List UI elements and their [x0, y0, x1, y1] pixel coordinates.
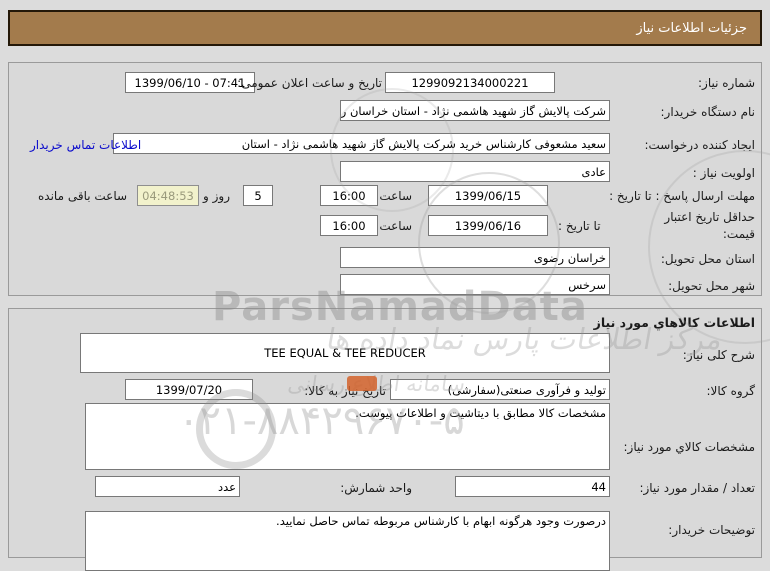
need-number-field[interactable]: 1299092134000221: [385, 72, 555, 93]
days-and-label: روز و: [203, 189, 230, 203]
goods-section-title: اطلاعات کالاهاي مورد نیاز: [594, 315, 755, 330]
goods-group-label: گروه کالا:: [707, 384, 756, 398]
details-banner: جزئیات اطلاعات نیاز: [8, 10, 762, 46]
delivery-city-field[interactable]: سرخس: [340, 274, 610, 295]
buyer-notes-field[interactable]: درصورت وجود هرگونه ابهام با کارشناس مربو…: [85, 511, 610, 571]
buyer-org-label: نام دستگاه خریدار:: [661, 105, 756, 119]
validity-label-line2: قیمت:: [723, 227, 755, 241]
creator-label: ایجاد کننده درخواست:: [644, 138, 755, 152]
specs-label: مشخصات کالاي مورد نیاز:: [623, 440, 755, 454]
need-date-label: تاریخ نیاز به کالا:: [304, 384, 386, 398]
quantity-field[interactable]: 44: [455, 476, 610, 497]
delivery-city-label: شهر محل تحویل:: [668, 279, 755, 293]
validity-label-line1: حداقل تاریخ اعتبار: [664, 210, 755, 224]
delivery-province-label: استان محل تحویل:: [661, 252, 755, 266]
general-desc-label: شرح کلی نیاز:: [683, 348, 755, 362]
announce-datetime-field[interactable]: 1399/06/10 - 07:41: [125, 72, 255, 93]
unit-label: واحد شمارش:: [340, 481, 412, 495]
validity-time-field[interactable]: 16:00: [320, 215, 378, 236]
announce-datetime-label: تاریخ و ساعت اعلان عمومی:: [237, 76, 382, 90]
remaining-days-field[interactable]: 5: [243, 185, 273, 206]
buyer-notes-label: توضیحات خریدار:: [668, 523, 755, 537]
priority-field[interactable]: عادی: [340, 161, 610, 182]
deadline-label: مهلت ارسال پاسخ : تا تاریخ :: [609, 189, 755, 203]
deadline-date-field[interactable]: 1399/06/15: [428, 185, 548, 206]
general-desc-field[interactable]: TEE EQUAL & TEE REDUCER: [80, 333, 610, 373]
details-banner-title: جزئیات اطلاعات نیاز: [636, 21, 747, 36]
buyer-org-field[interactable]: شرکت پالایش گاز شهید هاشمی نژاد - استان …: [340, 100, 610, 121]
creator-field[interactable]: سعید مشعوفی کارشناس خرید شرکت پالایش گاز…: [113, 133, 610, 154]
countdown-timer-field: 04:48:53: [137, 185, 199, 206]
validity-until-label: تا تاریخ :: [558, 219, 601, 233]
need-details-page: { "banner": {"title": "جزئیات اطلاعات نی…: [0, 0, 770, 545]
deadline-hour-label: ساعت: [379, 189, 412, 203]
hours-remaining-label: ساعت باقی مانده: [38, 189, 127, 203]
unit-field[interactable]: عدد: [95, 476, 240, 497]
priority-label: اولویت نیاز :: [693, 166, 755, 180]
need-date-field[interactable]: 1399/07/20: [125, 379, 253, 400]
goods-group-field[interactable]: تولید و فرآوری صنعتی(سفارشی): [390, 379, 610, 400]
quantity-label: تعداد / مقدار مورد نیاز:: [639, 481, 755, 495]
validity-hour-label: ساعت: [379, 219, 412, 233]
buyer-contact-link[interactable]: اطلاعات تماس خریدار: [30, 138, 141, 152]
deadline-time-field[interactable]: 16:00: [320, 185, 378, 206]
validity-date-field[interactable]: 1399/06/16: [428, 215, 548, 236]
specs-field[interactable]: مشخصات کالا مطابق با دیتاشیت و اطلاعات پ…: [85, 403, 610, 470]
need-number-label: شماره نیاز:: [698, 76, 755, 90]
delivery-province-field[interactable]: خراسان رضوی: [340, 247, 610, 268]
